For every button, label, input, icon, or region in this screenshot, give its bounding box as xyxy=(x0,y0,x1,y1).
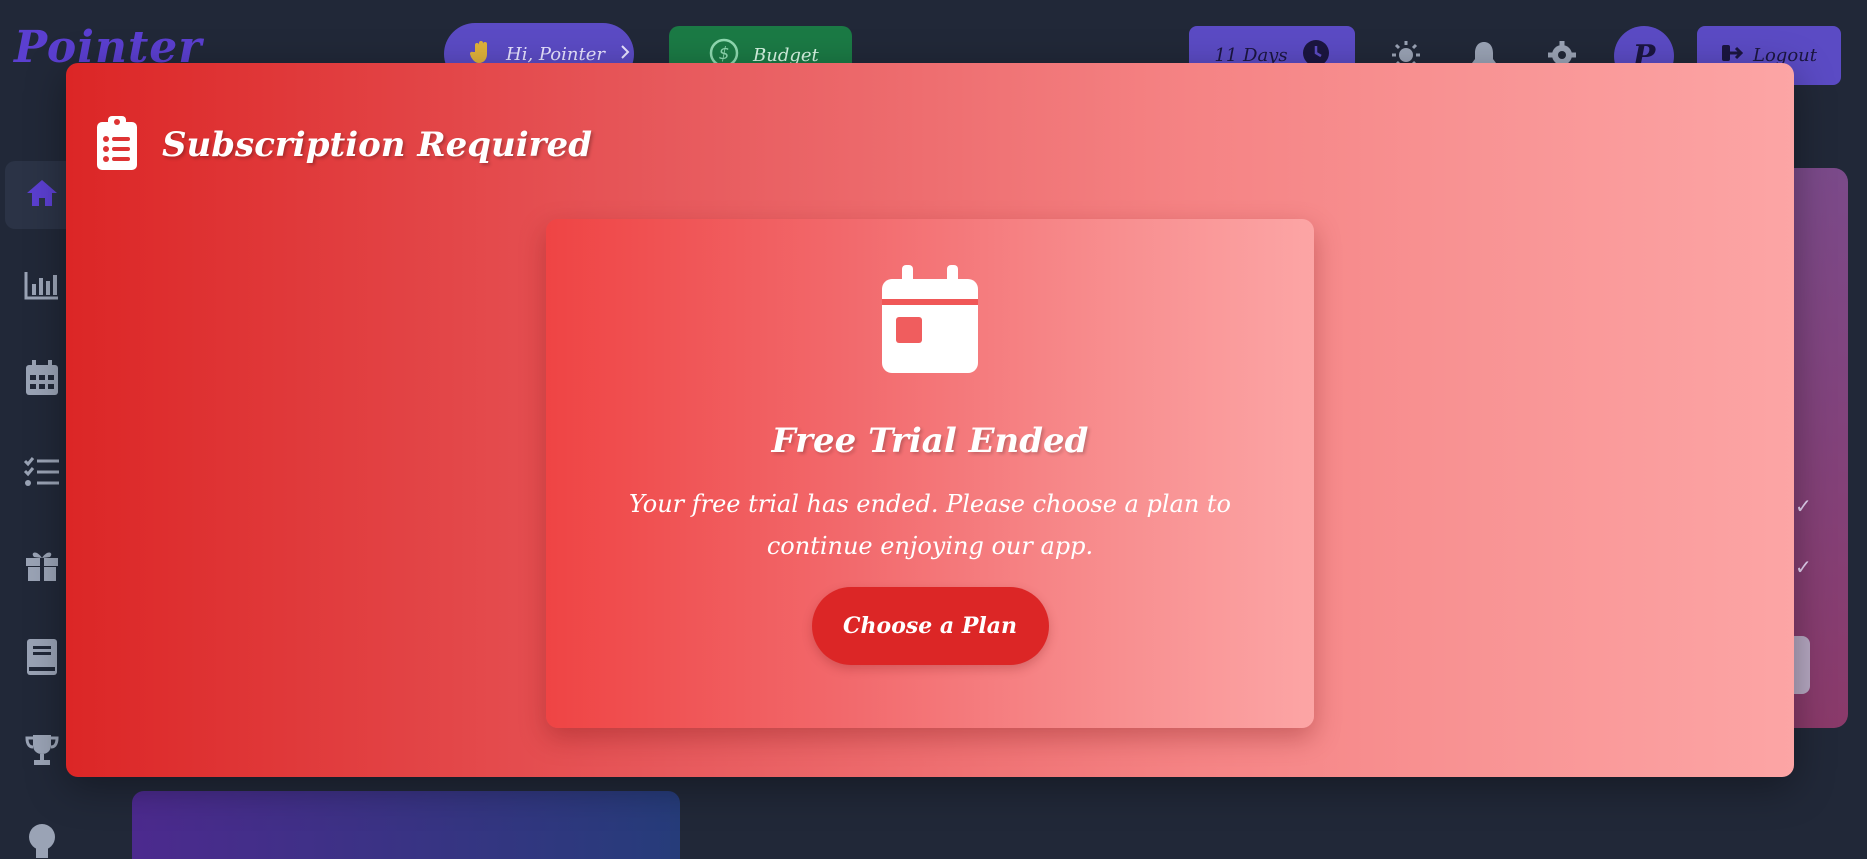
svg-text:$: $ xyxy=(719,44,730,64)
subscription-modal: Subscription Required Free Trial Ended Y… xyxy=(66,63,1794,777)
lightbulb-icon xyxy=(26,822,58,859)
trial-ended-card: Free Trial Ended Your free trial has end… xyxy=(546,219,1314,728)
check-icon: ✓ xyxy=(1795,494,1812,518)
clipboard-list-icon xyxy=(96,115,138,175)
book-icon xyxy=(25,637,59,681)
chevron-right-icon xyxy=(619,44,631,65)
card-description: Your free trial has ended. Please choose… xyxy=(628,490,1231,560)
home-icon xyxy=(25,178,59,212)
background-gradient-card xyxy=(132,791,680,859)
trophy-icon xyxy=(24,732,60,772)
sidebar-item-ideas[interactable] xyxy=(5,810,79,859)
calendar-icon xyxy=(24,359,60,401)
check-icon: ✓ xyxy=(1795,555,1812,579)
calendar-icon xyxy=(882,265,978,377)
card-title: Free Trial Ended xyxy=(771,421,1089,461)
modal-header: Subscription Required xyxy=(96,115,592,175)
chart-icon xyxy=(24,270,60,304)
modal-title: Subscription Required xyxy=(162,125,592,165)
gift-icon xyxy=(24,547,60,587)
greeting-label: Hi, Pointer xyxy=(506,43,605,65)
checklist-icon xyxy=(23,456,61,492)
choose-plan-button[interactable]: Choose a Plan xyxy=(811,587,1049,665)
